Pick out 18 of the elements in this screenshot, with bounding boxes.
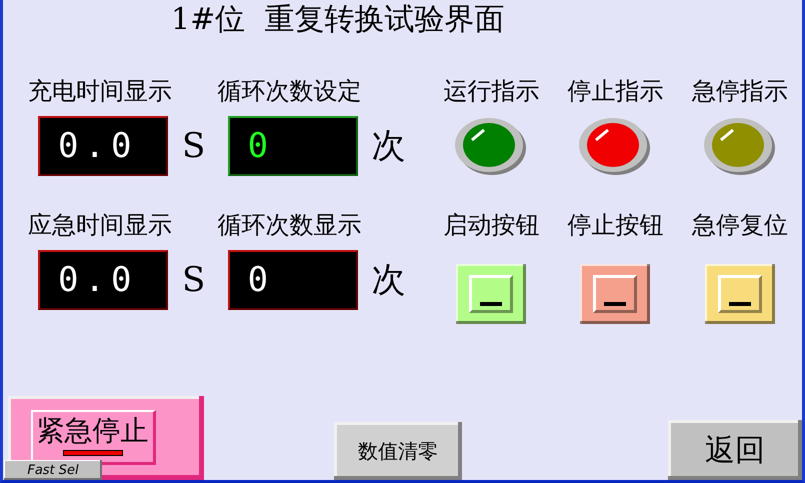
display-label: 充电时间显示 [28,76,173,106]
numeric-display: 0.0 [38,250,168,310]
unit-label: S [182,126,206,166]
indicator-label: 停止指示 [567,76,664,106]
numeric-display: 0.0 [38,116,168,176]
unit-label: S [182,260,206,300]
numeric-display: 0 [228,250,358,310]
indicator-label: 急停指示 [692,76,788,106]
unit-label: 次 [372,259,406,302]
button-label: 急停复位 [692,210,788,240]
indicator-label: 运行指示 [443,76,540,106]
unit-label: 次 [372,125,406,168]
screen-title: 1#位 重复转换试验界面 [170,1,506,39]
display-label: 循环次数显示 [218,210,363,240]
button-label: 停止按钮 [567,210,664,240]
button-label: 启动按钮 [443,210,540,240]
display-label: 应急时间显示 [28,210,173,240]
display-label: 循环次数设定 [218,76,363,106]
